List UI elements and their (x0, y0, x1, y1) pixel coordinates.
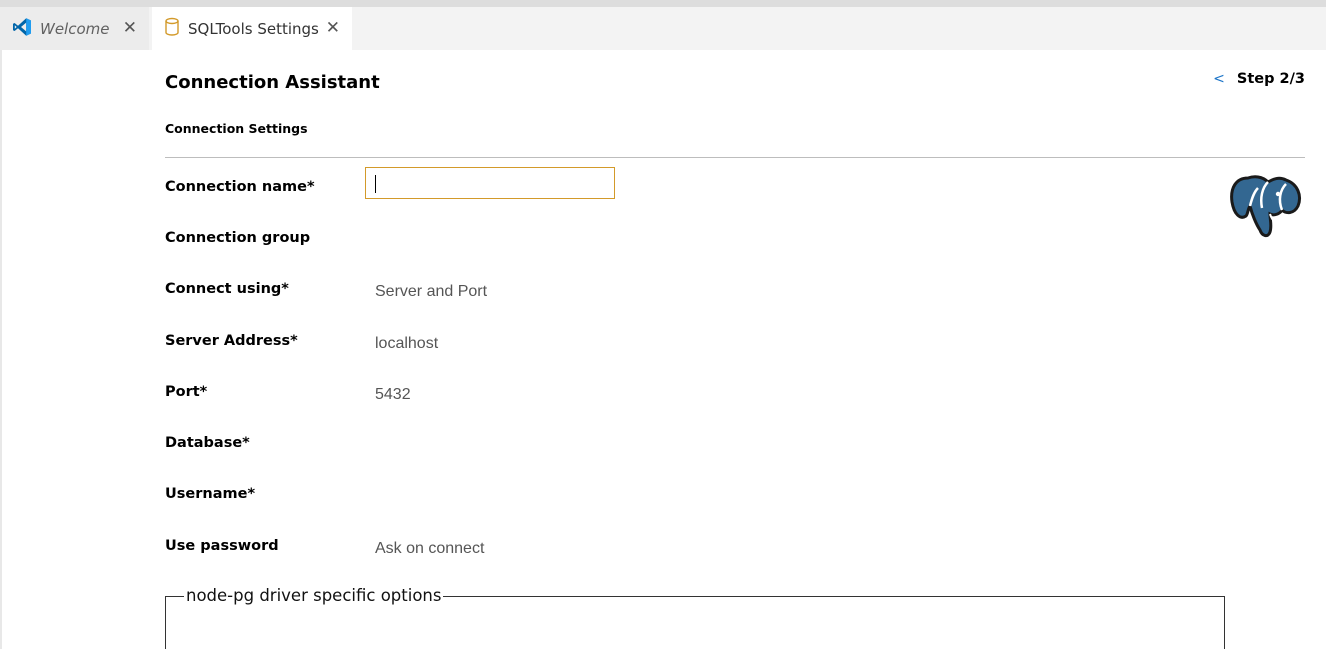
connection-assistant-panel: Connection Assistant < Step 2/3 Connecti… (165, 50, 1305, 649)
server-address-label: Server Address* (165, 333, 298, 349)
close-icon[interactable]: ✕ (326, 20, 340, 37)
tab-label: Welcome (40, 19, 110, 38)
section-subtitle: Connection Settings (165, 121, 308, 136)
database-icon (164, 17, 180, 41)
form-row-connection-name: Connection name* (165, 167, 965, 211)
step-label: Step 2/3 (1236, 71, 1305, 87)
sidebar-edge (0, 50, 2, 649)
server-address-field[interactable]: localhost (375, 335, 438, 353)
editor-tab-bar: Welcome ✕ SQLTools Settings ✕ (0, 7, 1326, 50)
driver-options-legend: node-pg driver specific options (184, 586, 444, 605)
postgresql-logo-icon (1228, 170, 1304, 246)
page-title: Connection Assistant (165, 72, 380, 93)
port-label: Port* (165, 384, 208, 400)
vscode-logo-icon (12, 17, 32, 41)
form-row-port: Port* 5432 (165, 384, 965, 416)
divider (165, 157, 1305, 158)
form-row-connection-group: Connection group (165, 230, 965, 262)
step-indicator: < Step 2/3 (1213, 71, 1305, 87)
tab-welcome[interactable]: Welcome ✕ (0, 7, 149, 50)
form-row-server-address: Server Address* localhost (165, 333, 965, 365)
use-password-select[interactable]: Ask on connect (375, 540, 484, 558)
form-row-use-password: Use password Ask on connect (165, 538, 965, 570)
close-icon[interactable]: ✕ (123, 20, 137, 37)
connect-using-select[interactable]: Server and Port (375, 283, 487, 301)
window-top-strip (0, 0, 1326, 7)
connection-name-input[interactable] (365, 167, 615, 199)
text-caret (375, 175, 376, 193)
tab-label: SQLTools Settings (188, 19, 319, 38)
form-row-database: Database* (165, 435, 965, 467)
connection-name-label: Connection name* (165, 179, 315, 195)
form-row-username: Username* (165, 486, 965, 518)
connect-using-label: Connect using* (165, 281, 289, 297)
use-password-label: Use password (165, 538, 279, 554)
connection-group-label: Connection group (165, 230, 311, 246)
database-label: Database* (165, 435, 250, 451)
form-row-connect-using: Connect using* Server and Port (165, 281, 965, 313)
username-label: Username* (165, 486, 256, 502)
back-step-button[interactable]: < (1213, 71, 1225, 87)
driver-options-fieldset: node-pg driver specific options (165, 586, 1225, 649)
port-field[interactable]: 5432 (375, 386, 411, 404)
tab-sqltools-settings[interactable]: SQLTools Settings ✕ (152, 7, 352, 50)
